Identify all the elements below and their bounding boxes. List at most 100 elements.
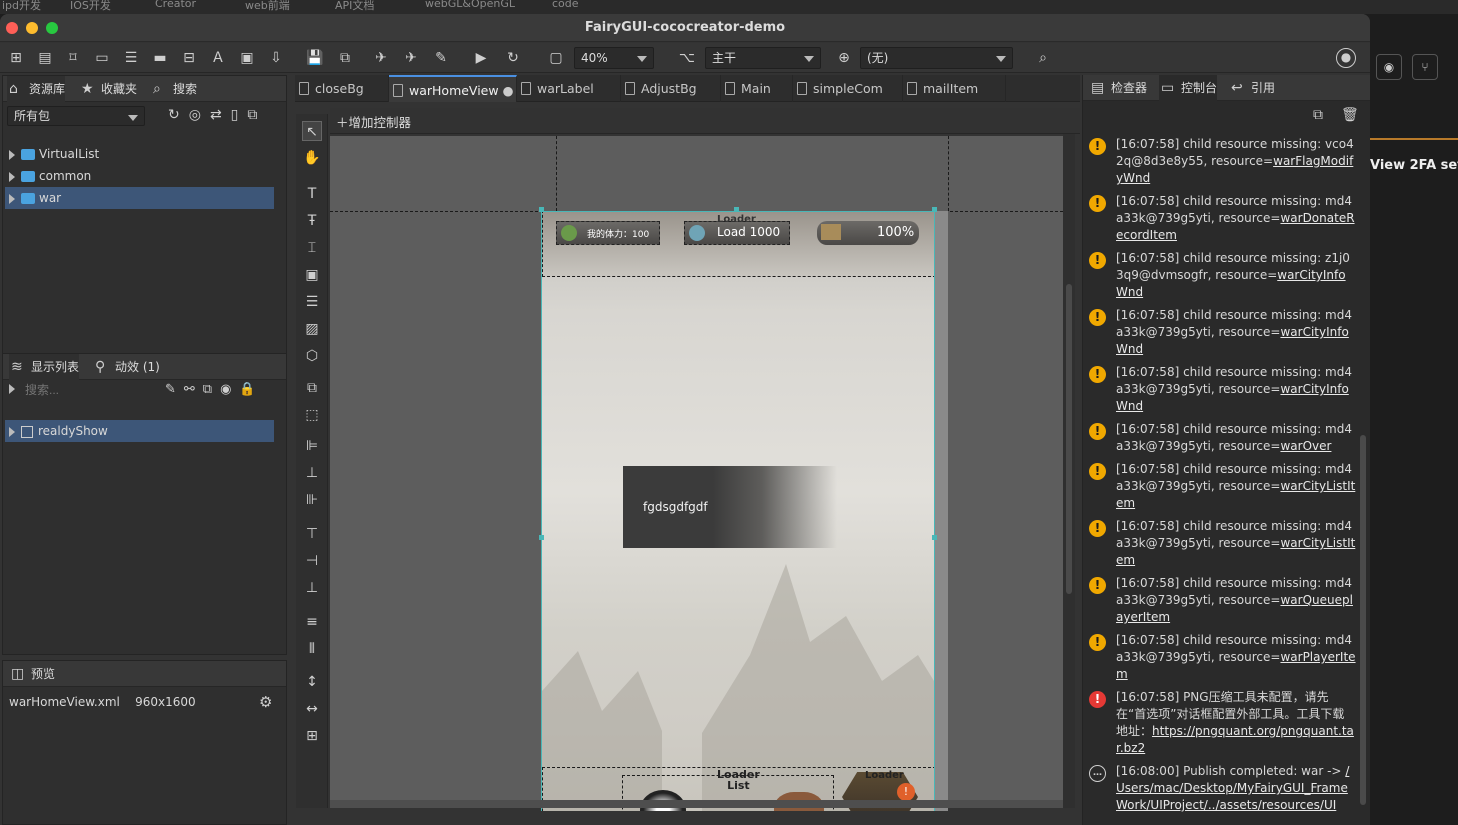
- new-combo-icon[interactable]: ☰: [121, 48, 141, 68]
- new-package-icon[interactable]: ⊞: [6, 48, 26, 68]
- new-progress-icon[interactable]: ▬: [150, 48, 170, 68]
- branch-icon[interactable]: ⌥: [677, 48, 697, 68]
- expand-icon[interactable]: [9, 171, 15, 182]
- tree-item-common[interactable]: common: [5, 165, 274, 187]
- tab-display-list[interactable]: ≋ 显示列表: [9, 354, 80, 380]
- bookmark[interactable]: Creator: [155, 0, 196, 10]
- percent-cell[interactable]: 100%: [817, 221, 919, 245]
- align-left-icon[interactable]: ⊫: [302, 436, 322, 456]
- tab-simplecom[interactable]: simpleCom: [793, 75, 903, 102]
- twofa-label[interactable]: View 2FA sett: [1370, 158, 1458, 173]
- branch-select[interactable]: 主干: [705, 47, 821, 69]
- import-icon[interactable]: ⇩: [266, 48, 286, 68]
- tab-adjustbg[interactable]: AdjustBg: [621, 75, 721, 102]
- bookmark[interactable]: code: [552, 0, 579, 10]
- stage-warhomeview[interactable]: 我的体力：100 Loader Load 1000 100% fgdsgdfgd…: [541, 211, 935, 811]
- tab-main[interactable]: Main: [721, 75, 793, 102]
- user-avatar-icon[interactable]: ●: [1336, 48, 1356, 68]
- search-icon[interactable]: ⌕: [1033, 48, 1053, 68]
- stamina-cell[interactable]: 我的体力：100: [556, 221, 660, 245]
- selection-handle[interactable]: [932, 535, 937, 540]
- distribute-h-icon[interactable]: ⦀: [302, 639, 322, 659]
- expand-icon[interactable]: [9, 426, 15, 437]
- publish-icon[interactable]: ✈: [371, 48, 391, 68]
- tree-item-war[interactable]: war: [5, 187, 274, 209]
- selection-handle[interactable]: [539, 207, 544, 212]
- tab-transitions[interactable]: ⚲ 动效 (1): [93, 354, 160, 380]
- add-controller-button[interactable]: ＋增加控制器: [336, 112, 411, 131]
- tab-closebg[interactable]: closeBg: [295, 75, 389, 102]
- hand-tool-icon[interactable]: ✋: [302, 148, 322, 168]
- publish-settings-icon[interactable]: ✎: [431, 48, 451, 68]
- play-icon[interactable]: ▶: [471, 48, 491, 68]
- tab-warhomeview[interactable]: warHomeView ●: [389, 75, 517, 102]
- copy-icon[interactable]: ⧉: [1313, 107, 1323, 123]
- editor-canvas[interactable]: 我的体力：100 Loader Load 1000 100% fgdsgdfgd…: [330, 136, 1063, 811]
- preview-device-icon[interactable]: ▢: [546, 48, 566, 68]
- graph-tool-icon[interactable]: ▨: [302, 319, 322, 339]
- language-select[interactable]: (无): [860, 47, 1013, 69]
- new-button-icon[interactable]: ▭: [92, 48, 112, 68]
- tab-favorites[interactable]: ★ 收藏夹: [79, 76, 137, 102]
- zoom-select[interactable]: 40%: [574, 47, 654, 69]
- align-right-icon[interactable]: ⊪: [302, 490, 322, 510]
- new-font-icon[interactable]: Ａ: [208, 48, 228, 68]
- select-tool-icon[interactable]: ↖: [302, 121, 322, 141]
- record-icon[interactable]: ◉: [1376, 54, 1402, 80]
- selection-handle[interactable]: [539, 535, 544, 540]
- expand-icon[interactable]: [9, 193, 15, 204]
- display-item-realdyshow[interactable]: realdyShow: [5, 420, 274, 442]
- horizontal-scrollbar[interactable]: [330, 800, 1063, 808]
- align-top-icon[interactable]: ⊤: [302, 524, 322, 544]
- richtext-tool-icon[interactable]: Ŧ: [302, 211, 322, 231]
- save-all-icon[interactable]: ⧉: [335, 48, 355, 68]
- group-tool-icon[interactable]: ⧉: [302, 378, 322, 398]
- log-link[interactable]: warOver: [1280, 439, 1331, 453]
- bookmark[interactable]: ipd开发: [2, 0, 41, 13]
- expand-all-icon[interactable]: [9, 384, 15, 394]
- list-tool-icon[interactable]: ☰: [302, 292, 322, 312]
- align-center-icon[interactable]: ⊥: [302, 463, 322, 483]
- new-movieclip-icon[interactable]: ▣: [237, 48, 257, 68]
- distribute-v-icon[interactable]: ≡: [302, 612, 322, 632]
- git-icon[interactable]: ⑂: [1412, 54, 1438, 80]
- align-middle-icon[interactable]: ⊣: [302, 551, 322, 571]
- log-link[interactable]: https://pngquant.org/pngquant.tar.bz2: [1116, 724, 1354, 755]
- bookmark[interactable]: webGL&OpenGL: [425, 0, 515, 10]
- tab-warlabel[interactable]: warLabel: [517, 75, 621, 102]
- bookmark[interactable]: API文档: [335, 0, 374, 13]
- tab-search[interactable]: ⌕ 搜索: [151, 76, 197, 102]
- loader3d-tool-icon[interactable]: ⬡: [302, 346, 322, 366]
- tab-references[interactable]: ↩ 引用: [1229, 75, 1275, 101]
- globe-icon[interactable]: ⊕: [834, 48, 854, 68]
- same-width-icon[interactable]: ↔: [302, 699, 322, 719]
- same-height-icon[interactable]: ↕: [302, 672, 322, 692]
- display-list-search-input[interactable]: [25, 380, 155, 400]
- selection-handle[interactable]: [932, 207, 937, 212]
- clear-console-icon[interactable]: 🗑: [1341, 107, 1359, 123]
- save-icon[interactable]: 💾: [305, 48, 325, 68]
- image-tool-icon[interactable]: ▣: [302, 265, 322, 285]
- fg-text-box[interactable]: fgdsgdfgdf: [623, 466, 837, 548]
- settings-gear-icon[interactable]: ⚙: [259, 693, 272, 711]
- new-slider-icon[interactable]: ⊟: [179, 48, 199, 68]
- tab-mailitem[interactable]: mailItem: [903, 75, 1006, 102]
- loader-cell[interactable]: Loader Load 1000: [684, 214, 790, 245]
- tree-item-virtuallist[interactable]: VirtualList: [5, 143, 274, 165]
- new-component-icon[interactable]: ▤: [35, 48, 55, 68]
- grid-icon[interactable]: ⊞: [302, 726, 322, 746]
- scroll-thumb[interactable]: [1066, 284, 1072, 594]
- package-filter-select[interactable]: 所有包: [7, 106, 145, 126]
- library-tool-icons[interactable]: ↻◎⇄▯⧉: [168, 107, 266, 123]
- console-scrollbar[interactable]: [1360, 435, 1366, 805]
- display-list-tool-icons[interactable]: ✎⚯⧉◉🔒: [165, 382, 264, 397]
- vertical-scrollbar[interactable]: [1063, 134, 1075, 808]
- refresh-icon[interactable]: ↻: [503, 48, 523, 68]
- tab-inspector[interactable]: ▤ 检查器: [1089, 75, 1147, 101]
- align-bottom-icon[interactable]: ⊥: [302, 578, 322, 598]
- text-tool-icon[interactable]: T: [302, 184, 322, 204]
- bookmark[interactable]: IOS开发: [70, 0, 111, 13]
- expand-icon[interactable]: [9, 149, 15, 160]
- tab-library[interactable]: ⌂ 资源库: [7, 76, 66, 102]
- selection-handle[interactable]: [734, 207, 739, 212]
